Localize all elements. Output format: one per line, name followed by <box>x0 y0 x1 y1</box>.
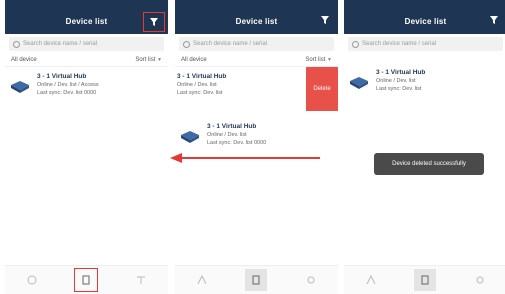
status-bar <box>5 0 168 8</box>
router-icon <box>11 81 29 93</box>
settings-icon <box>137 276 146 284</box>
home-icon <box>27 275 37 285</box>
nav-bar: Device list <box>5 8 168 34</box>
device-list-item[interactable]: 3 - 1 Virtual Hub Online / Dev. list Las… <box>175 117 338 157</box>
device-name: 3 - 1 Virtual Hub <box>177 73 227 80</box>
device-status: Online / Dev. list <box>376 78 416 84</box>
tab-bar <box>344 265 505 294</box>
device-sync: Last sync: Dev. list <box>177 90 223 96</box>
device-icon <box>252 275 260 285</box>
sort-label[interactable]: Sort list ▼ <box>135 57 162 63</box>
search-icon <box>352 40 359 48</box>
tab-bar <box>175 265 338 294</box>
filter-label[interactable]: All device <box>11 57 37 63</box>
chevron-down-icon: ▼ <box>327 57 332 63</box>
device-icon <box>82 275 90 285</box>
router-icon <box>350 77 368 89</box>
tab-devices[interactable] <box>414 269 437 291</box>
sort-bar[interactable]: All device Sort list ▼ <box>175 54 338 67</box>
tab-home[interactable] <box>21 269 43 291</box>
swipe-left-arrow-icon <box>170 153 320 163</box>
tab-settings[interactable] <box>469 269 491 291</box>
screen-3: Device list Search device name / serial … <box>344 0 505 294</box>
search-icon <box>183 40 190 48</box>
search-input[interactable]: Search device name / serial <box>179 37 334 51</box>
filter-icon[interactable] <box>487 13 501 27</box>
screen-1: Device list Search device name / serial … <box>5 0 168 294</box>
delete-button[interactable]: Delete <box>306 67 338 111</box>
device-status: Online / Dev. list <box>177 82 217 88</box>
tab-bar <box>5 265 168 294</box>
screen-2: Device list Search device name / serial … <box>175 0 338 294</box>
page-title: Device list <box>235 16 278 26</box>
device-list-item[interactable]: 3 - 1 Virtual Hub Online / Dev. list Las… <box>344 63 505 103</box>
router-icon <box>181 131 199 143</box>
chevron-down-icon: ▼ <box>157 57 162 63</box>
device-name: 3 - 1 Virtual Hub <box>376 69 426 76</box>
sort-label[interactable]: Sort list ▼ <box>305 57 332 63</box>
tab-settings[interactable] <box>300 269 322 291</box>
device-name: 3 - 1 Virtual Hub <box>207 123 257 130</box>
nav-bar: Device list <box>344 8 505 34</box>
page-title: Device list <box>65 16 108 26</box>
status-bar <box>344 0 505 8</box>
toast-message: Device deleted successfully <box>374 153 484 175</box>
device-list-item[interactable]: 3 - 1 Virtual Hub Online / Dev. list / A… <box>5 67 168 107</box>
device-sync: Last sync: Dev. list 0000 <box>207 140 267 146</box>
device-list-item-swiped[interactable]: 3 - 1 Virtual Hub Online / Dev. list Las… <box>175 67 338 117</box>
search-input[interactable]: Search device name / serial <box>9 37 164 51</box>
device-status: Online / Dev. list <box>207 132 247 138</box>
settings-icon <box>307 276 315 284</box>
device-sync: Last sync: Dev. list <box>376 86 422 92</box>
nav-bar: Device list <box>175 8 338 34</box>
device-status: Online / Dev. list / Access <box>37 82 99 88</box>
page-title: Device list <box>404 16 447 26</box>
device-icon <box>421 275 429 285</box>
device-name: 3 - 1 Virtual Hub <box>37 73 87 80</box>
home-icon <box>366 274 376 285</box>
device-sync: Last sync: Dev. list 0000 <box>37 90 97 96</box>
home-icon <box>197 274 207 285</box>
tab-devices[interactable] <box>245 269 268 291</box>
sort-bar[interactable]: All device Sort list ▼ <box>5 54 168 67</box>
settings-icon <box>476 276 484 284</box>
tab-devices[interactable] <box>74 268 99 292</box>
search-icon <box>13 40 20 48</box>
filter-icon[interactable] <box>318 13 332 27</box>
status-bar <box>175 0 338 8</box>
filter-icon[interactable] <box>143 12 165 32</box>
search-placeholder: Search device name / serial <box>362 41 437 47</box>
tab-home[interactable] <box>191 269 213 291</box>
tab-settings[interactable] <box>130 269 152 291</box>
search-placeholder: Search device name / serial <box>23 41 98 47</box>
search-placeholder: Search device name / serial <box>193 41 268 47</box>
filter-label[interactable]: All device <box>181 57 207 63</box>
tab-home[interactable] <box>360 269 382 291</box>
search-input[interactable]: Search device name / serial <box>348 37 503 51</box>
